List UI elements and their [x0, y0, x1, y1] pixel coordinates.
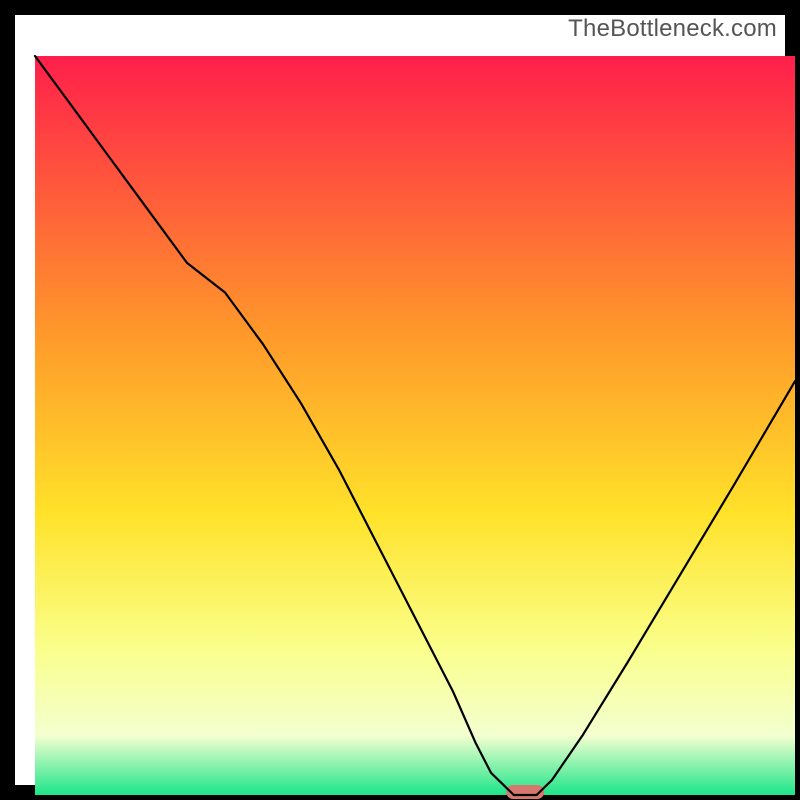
chart-frame: TheBottleneck.com — [15, 15, 785, 785]
chart-background — [35, 56, 795, 795]
chart-svg — [30, 30, 800, 800]
plot-area — [30, 30, 800, 800]
